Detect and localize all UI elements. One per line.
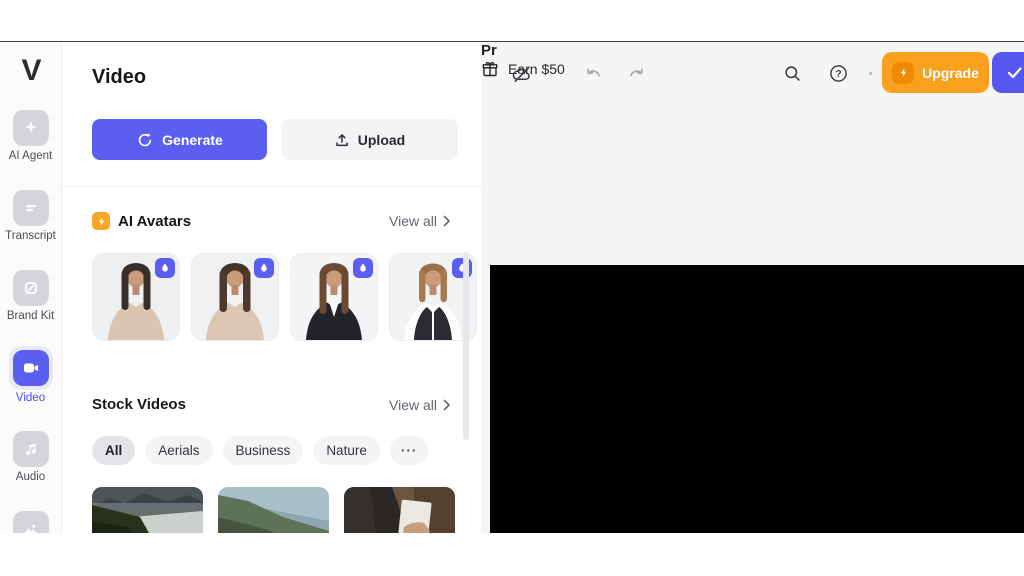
filter-chip-all[interactable]: All [92,436,135,465]
stock-video-thumb[interactable] [218,487,329,533]
upload-icon [334,132,350,148]
veed-logo[interactable]: V [0,54,61,88]
stock-section-title: Stock Videos [92,396,186,413]
upgrade-button[interactable]: Upgrade [882,52,989,93]
music-note-icon [13,431,49,467]
editor-area: Pr Earn $50 ? [481,42,1024,533]
search-icon[interactable] [783,64,802,83]
panel-scrollbar[interactable] [463,252,469,440]
avatars-view-all-link[interactable]: View all [389,213,451,229]
stock-video-thumb[interactable] [344,487,455,533]
avatar-card[interactable] [92,253,180,341]
video-canvas[interactable] [490,265,1024,533]
sparkle-icon [13,110,49,146]
cloud-off-icon[interactable] [511,64,532,85]
video-camera-icon [13,350,49,386]
filter-chip-aerials[interactable]: Aerials [145,436,212,465]
undo-icon[interactable] [585,65,603,83]
sidebar-label: Transcript [0,230,61,242]
sidebar-item-brand-kit[interactable]: Brand Kit [0,270,61,322]
avatar-card[interactable] [290,253,378,341]
toolbar-dot [869,72,872,75]
generate-label: Generate [162,132,223,148]
brand-kit-icon [13,270,49,306]
page-title: Video [92,66,146,89]
ai-badge-icon [92,212,110,230]
avatar-ai-badge-icon [452,258,472,278]
generate-icon [136,131,154,149]
project-title[interactable]: Pr [481,42,497,59]
filter-chip-nature[interactable]: Nature [313,436,380,465]
filter-chip-more[interactable]: ··· [390,436,429,465]
avatars-section-title: AI Avatars [118,213,191,230]
sidebar-item-media[interactable] [0,511,61,533]
sidebar-label: Brand Kit [0,310,61,322]
active-item-pill [9,346,53,390]
sidebar: V AI Agent Transcript Brand Kit [0,42,62,533]
avatar-ai-badge-icon [254,258,274,278]
avatar-ai-badge-icon [353,258,373,278]
gift-icon [481,60,499,78]
sidebar-label: Video [0,392,61,404]
sidebar-label: Audio [0,471,61,483]
generate-button[interactable]: Generate [92,119,267,160]
upload-button[interactable]: Upload [281,119,458,160]
image-icon [13,511,49,533]
stock-video-thumb[interactable] [92,487,203,533]
avatar-list [92,253,477,341]
stock-filter-chips: All Aerials Business Nature ··· [92,436,428,465]
done-button[interactable] [992,52,1024,93]
transcript-icon [13,190,49,226]
section-divider [62,186,481,187]
upload-label: Upload [358,132,405,148]
sidebar-item-audio[interactable]: Audio [0,431,61,483]
redo-icon[interactable] [627,65,645,83]
avatar-card[interactable] [191,253,279,341]
upgrade-label: Upgrade [922,65,979,81]
avatar-ai-badge-icon [155,258,175,278]
sidebar-label: AI Agent [0,150,61,162]
chevron-right-icon [443,215,451,227]
check-icon [1005,63,1024,82]
sidebar-item-video[interactable]: Video [0,346,61,404]
lightning-icon [892,62,914,84]
svg-text:?: ? [835,69,841,80]
filter-chip-business[interactable]: Business [223,436,304,465]
stock-thumb-list [92,487,455,533]
chevron-right-icon [443,399,451,411]
help-icon[interactable]: ? [829,64,848,83]
stock-view-all-link[interactable]: View all [389,397,451,413]
app-window: V AI Agent Transcript Brand Kit [0,42,1024,533]
video-panel: Video Generate Upload AI Avatars View al… [62,42,482,533]
sidebar-item-ai-agent[interactable]: AI Agent [0,110,61,162]
sidebar-item-transcript[interactable]: Transcript [0,190,61,242]
